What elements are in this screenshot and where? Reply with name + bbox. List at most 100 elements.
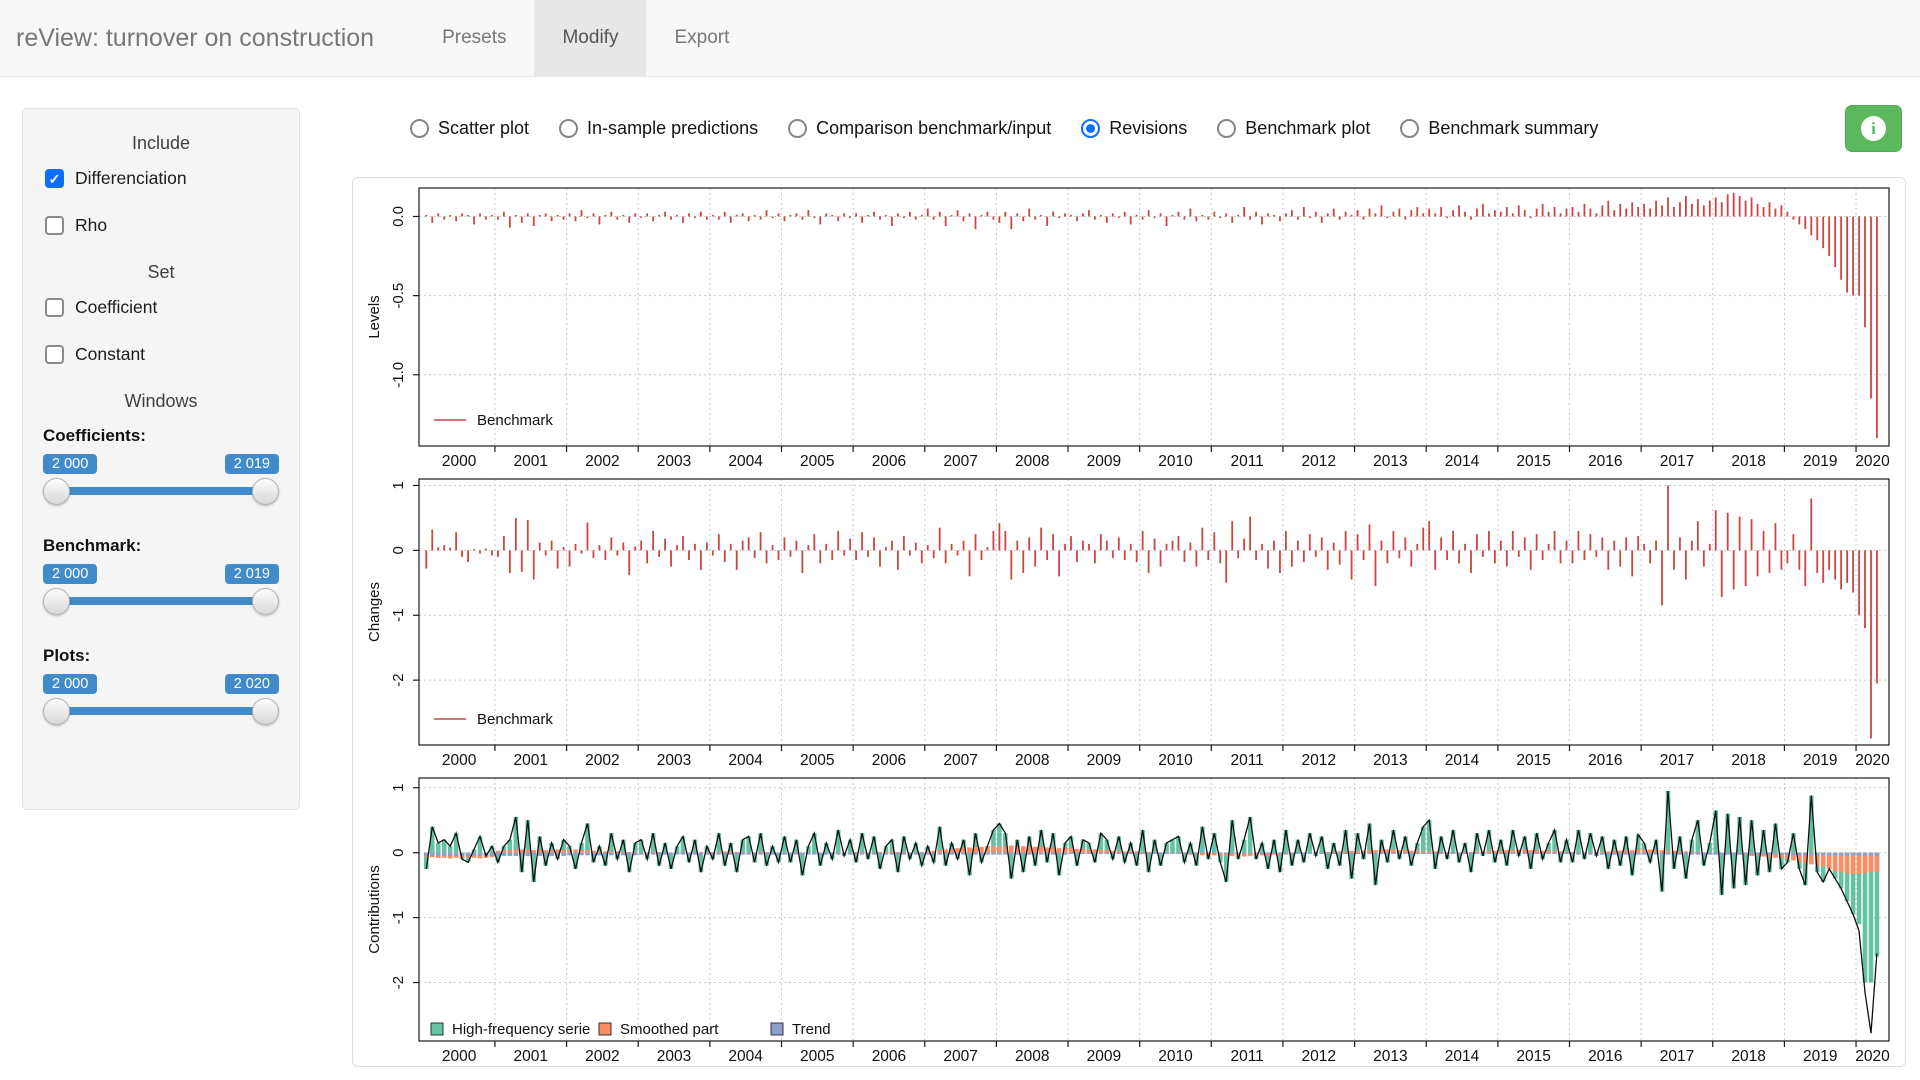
svg-text:Benchmark: Benchmark: [477, 412, 553, 429]
svg-text:Contributions: Contributions: [366, 865, 383, 953]
info-button[interactable]: i: [1845, 105, 1902, 152]
set-checkbox-coefficient[interactable]: Coefficient: [45, 297, 279, 318]
slider-title: Coefficients:: [43, 426, 279, 446]
svg-text:Levels: Levels: [366, 295, 383, 338]
svg-text:2002: 2002: [585, 752, 619, 769]
nav-tab-presets[interactable]: Presets: [414, 0, 534, 76]
svg-text:2011: 2011: [1230, 1048, 1263, 1065]
chart-contributions: 10-1-22000200120022003200420052006200720…: [361, 776, 1897, 1067]
radio-label: Revisions: [1109, 118, 1187, 139]
svg-text:1: 1: [390, 481, 407, 489]
svg-text:2018: 2018: [1731, 752, 1765, 769]
slider-title: Benchmark:: [43, 536, 279, 556]
svg-text:2001: 2001: [514, 453, 548, 470]
svg-text:2001: 2001: [514, 1048, 548, 1065]
view-radio-revisions[interactable]: Revisions: [1081, 118, 1187, 139]
radio-label: Benchmark plot: [1245, 118, 1370, 139]
svg-text:2010: 2010: [1158, 752, 1193, 769]
svg-text:2003: 2003: [657, 1048, 691, 1065]
svg-text:2001: 2001: [514, 752, 548, 769]
svg-text:2015: 2015: [1516, 752, 1550, 769]
svg-text:2006: 2006: [872, 752, 906, 769]
navbar: reView: turnover on construction Presets…: [0, 0, 1920, 77]
radio-icon: [1217, 119, 1236, 138]
svg-text:2004: 2004: [728, 1048, 763, 1065]
slider-track[interactable]: [43, 707, 279, 715]
svg-text:2008: 2008: [1015, 1048, 1049, 1065]
svg-text:2010: 2010: [1158, 453, 1193, 470]
svg-text:2006: 2006: [872, 1048, 906, 1065]
svg-text:2013: 2013: [1373, 453, 1407, 470]
radio-icon: [410, 119, 429, 138]
svg-text:2007: 2007: [943, 1048, 977, 1065]
include-heading: Include: [43, 133, 279, 154]
svg-text:2000: 2000: [442, 752, 477, 769]
radio-label: In-sample predictions: [587, 118, 758, 139]
slider-group-benchmark: Benchmark: 2 0002 019: [43, 536, 279, 622]
svg-text:2015: 2015: [1516, 1048, 1550, 1065]
svg-text:2020: 2020: [1855, 453, 1890, 470]
radio-icon: [788, 119, 807, 138]
slider-handle-left[interactable]: [43, 478, 70, 505]
svg-text:2016: 2016: [1588, 1048, 1622, 1065]
slider-handle-right[interactable]: [252, 698, 279, 725]
include-checkbox-differenciation[interactable]: Differenciation: [45, 168, 279, 189]
view-radio-benchmark-plot[interactable]: Benchmark plot: [1217, 118, 1370, 139]
svg-text:-0.5: -0.5: [390, 283, 407, 309]
svg-text:2016: 2016: [1588, 752, 1622, 769]
svg-text:2014: 2014: [1445, 1048, 1480, 1065]
svg-text:2004: 2004: [728, 752, 763, 769]
svg-text:2014: 2014: [1445, 752, 1480, 769]
svg-text:-1.0: -1.0: [390, 362, 407, 388]
include-checkbox-rho[interactable]: Rho: [45, 215, 279, 236]
svg-text:2005: 2005: [800, 752, 834, 769]
svg-text:2005: 2005: [800, 1048, 834, 1065]
slider-handle-right[interactable]: [252, 478, 279, 505]
slider-handle-right[interactable]: [252, 588, 279, 615]
svg-text:2017: 2017: [1660, 453, 1694, 470]
svg-text:2013: 2013: [1373, 1048, 1407, 1065]
nav-tab-modify[interactable]: Modify: [534, 0, 646, 76]
svg-text:2004: 2004: [728, 453, 763, 470]
slider-track[interactable]: [43, 597, 279, 605]
checkbox-label: Coefficient: [75, 297, 157, 318]
svg-text:2010: 2010: [1158, 1048, 1193, 1065]
slider-to-value: 2 019: [225, 564, 279, 584]
set-checkbox-constant[interactable]: Constant: [45, 344, 279, 365]
svg-text:2019: 2019: [1803, 1048, 1837, 1065]
svg-text:2000: 2000: [442, 1048, 477, 1065]
svg-text:2015: 2015: [1516, 453, 1550, 470]
slider-track[interactable]: [43, 487, 279, 495]
nav-tabs: PresetsModifyExport: [414, 0, 757, 76]
svg-text:2012: 2012: [1302, 453, 1336, 470]
windows-heading: Windows: [43, 391, 279, 412]
svg-text:2011: 2011: [1230, 752, 1263, 769]
svg-text:0: 0: [390, 546, 407, 554]
view-radio-comparison-benchmark-input[interactable]: Comparison benchmark/input: [788, 118, 1051, 139]
svg-text:2008: 2008: [1015, 453, 1049, 470]
svg-text:2019: 2019: [1803, 453, 1837, 470]
nav-tab-export[interactable]: Export: [646, 0, 757, 76]
svg-text:2017: 2017: [1660, 752, 1694, 769]
view-radio-in-sample-predictions[interactable]: In-sample predictions: [559, 118, 758, 139]
slider-handle-left[interactable]: [43, 698, 70, 725]
range-slider: 2 0002 019: [43, 564, 279, 622]
svg-text:2009: 2009: [1087, 752, 1121, 769]
info-icon: i: [1861, 116, 1886, 141]
unchecked-checkbox-icon: [45, 216, 64, 235]
chart-levels: 0.0-0.5-1.020002001200220032004200520062…: [361, 182, 1897, 472]
slider-handle-left[interactable]: [43, 588, 70, 615]
svg-text:2002: 2002: [585, 1048, 619, 1065]
svg-text:2007: 2007: [943, 453, 977, 470]
svg-text:0: 0: [390, 849, 407, 857]
slider-to-value: 2 019: [225, 454, 279, 474]
radio-label: Benchmark summary: [1428, 118, 1598, 139]
view-radio-benchmark-summary[interactable]: Benchmark summary: [1400, 118, 1598, 139]
unchecked-checkbox-icon: [45, 298, 64, 317]
svg-text:2005: 2005: [800, 453, 834, 470]
checked-checkbox-icon: [45, 169, 64, 188]
view-radio-scatter-plot[interactable]: Scatter plot: [410, 118, 529, 139]
svg-text:2000: 2000: [442, 453, 477, 470]
main-panel: Scatter plot In-sample predictions Compari…: [352, 77, 1906, 1080]
svg-text:2002: 2002: [585, 453, 619, 470]
